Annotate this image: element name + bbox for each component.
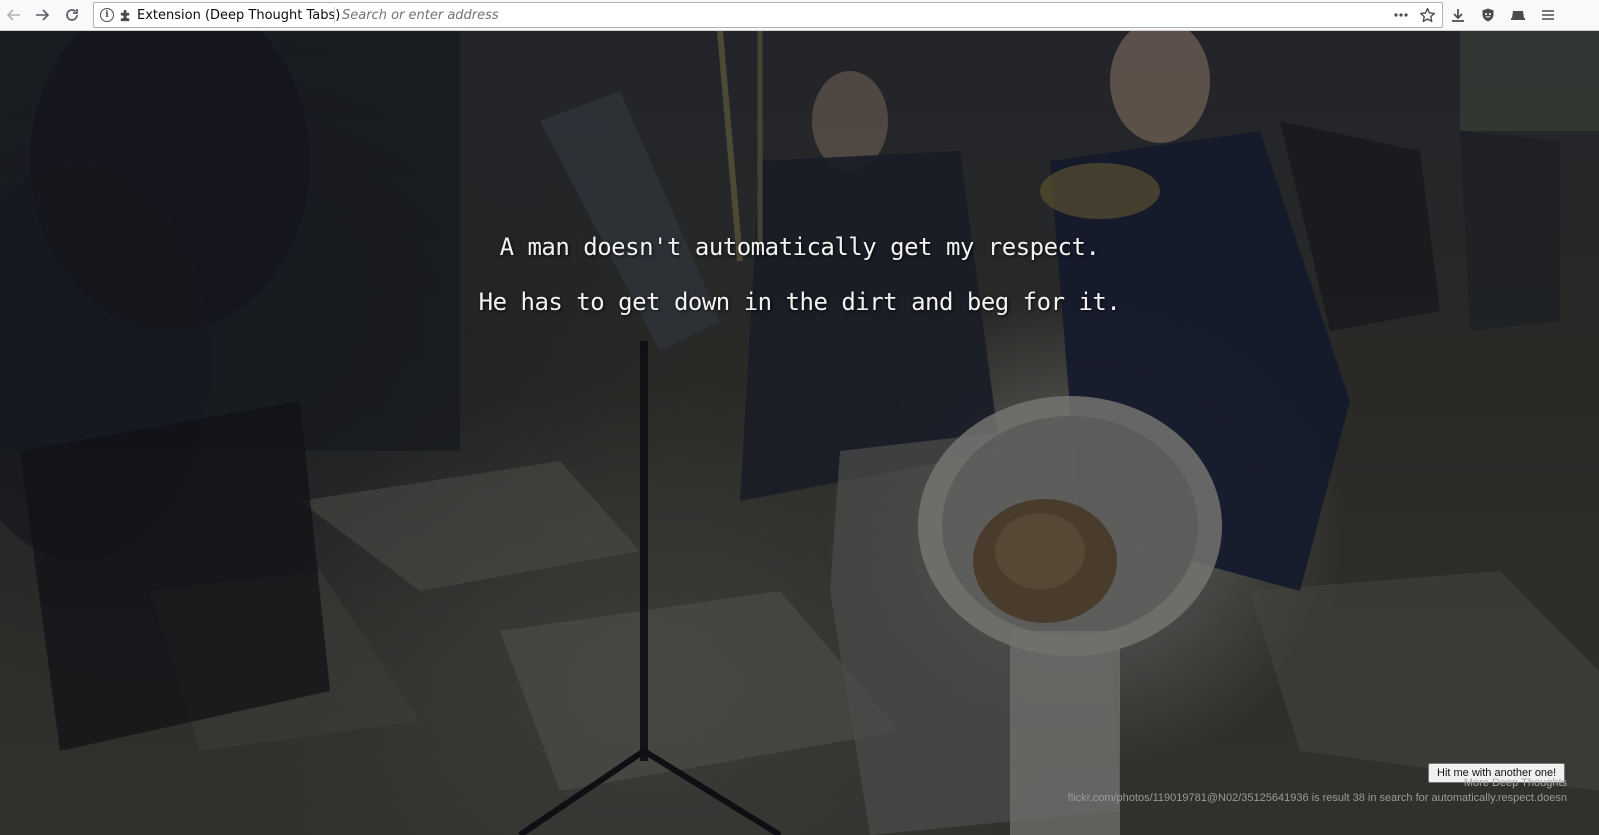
quote-line-2: He has to get down in the dirt and beg f… — [478, 288, 1121, 316]
hamburger-menu-icon[interactable] — [1537, 4, 1559, 26]
site-identity[interactable]: i Extension (Deep Thought Tabs) — [100, 3, 340, 27]
dim-overlay — [0, 31, 1599, 835]
ellipsis-icon[interactable] — [1390, 4, 1412, 26]
deep-thought-quote: A man doesn't automatically get my respe… — [0, 227, 1599, 337]
more-deep-thoughts-link[interactable]: More Deep Thoughts — [1464, 777, 1567, 789]
address-input[interactable] — [342, 5, 1342, 25]
download-icon[interactable] — [1447, 4, 1469, 26]
reload-icon[interactable] — [61, 4, 83, 26]
shield-icon[interactable] — [1477, 4, 1499, 26]
library-icon[interactable] — [1507, 4, 1529, 26]
star-icon[interactable] — [1416, 4, 1438, 26]
back-arrow-icon[interactable] — [3, 4, 25, 26]
puzzle-piece-icon — [118, 8, 133, 23]
quote-line-1: A man doesn't automatically get my respe… — [499, 233, 1100, 261]
new-tab-page: A man doesn't automatically get my respe… — [0, 31, 1599, 835]
forward-arrow-icon[interactable] — [31, 4, 53, 26]
info-icon[interactable]: i — [100, 8, 114, 22]
identity-label: Extension (Deep Thought Tabs) — [137, 7, 341, 23]
browser-toolbar: i Extension (Deep Thought Tabs) — [0, 0, 1599, 31]
url-separator — [334, 7, 335, 23]
address-bar[interactable]: i Extension (Deep Thought Tabs) — [93, 2, 1443, 28]
photo-credit[interactable]: flickr.com/photos/119019781@N02/35125641… — [1068, 792, 1567, 804]
